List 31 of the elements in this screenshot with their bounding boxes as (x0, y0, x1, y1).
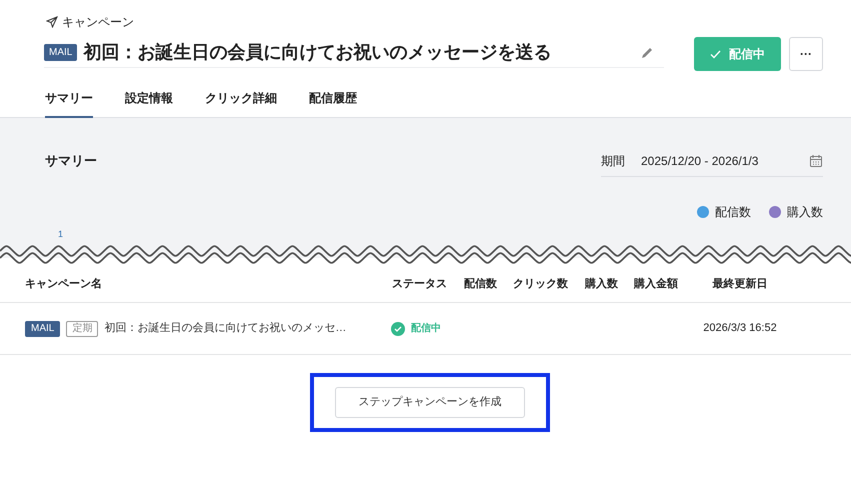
legend-label: 購入数 (787, 204, 823, 221)
campaign-title: 初回：お誕生日の会員に向けてお祝いのメッセージを送る (83, 41, 552, 64)
date-range[interactable]: 2025/12/20 - 2026/1/3 (641, 152, 758, 170)
column-header: 配信数 (464, 277, 498, 292)
column-header: ステータス (392, 277, 448, 292)
tag: 定期 (66, 320, 98, 336)
column-header: 購入金額 (634, 276, 679, 292)
check-icon (710, 50, 721, 58)
axis-label: 1 (58, 229, 64, 239)
period-label: 期間 (601, 153, 625, 170)
column-header: クリック数 (513, 277, 569, 292)
column-header: 購入数 (585, 276, 619, 292)
tab[interactable]: クリック詳細 (205, 80, 277, 118)
create-button[interactable]: ステップキャンペーンを作成 (335, 387, 525, 418)
pencil-icon[interactable] (640, 46, 654, 60)
tab[interactable]: 配信履歴 (309, 80, 357, 118)
campaign-name[interactable]: 初回：お誕生日の会員に向けてお祝いのメッセ… (104, 320, 346, 337)
legend-label: 配信数 (715, 204, 751, 221)
calendar-icon[interactable] (809, 154, 823, 168)
more-button[interactable]: ··· (789, 37, 823, 71)
tag: MAIL (25, 320, 60, 336)
table-cell-text: 2026/3/3 16:52 (702, 321, 778, 336)
status-text: 配信中 (411, 322, 441, 336)
send-icon (46, 16, 58, 28)
mail-badge: MAIL (44, 44, 78, 61)
column-header: 最終更新日 (712, 276, 768, 292)
section-title: サマリー (45, 152, 97, 170)
tab[interactable]: 設定情報 (125, 80, 173, 118)
breadcrumb[interactable]: キャンペーン (62, 13, 134, 31)
column-header: キャンペーン名 (25, 276, 103, 292)
check-circle-icon (391, 322, 405, 336)
